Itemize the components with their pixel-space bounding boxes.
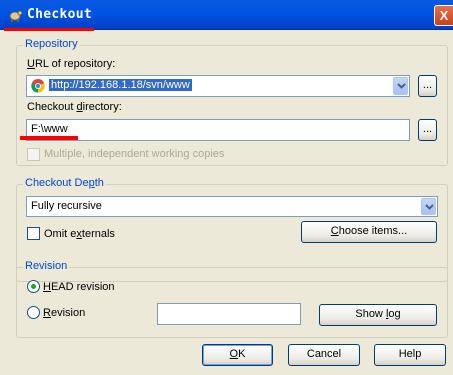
revision-group-label: Revision xyxy=(23,260,70,272)
chevron-down-icon xyxy=(425,204,434,210)
depth-dropdown-button[interactable] xyxy=(421,198,436,215)
browser-icon xyxy=(31,79,45,93)
radio-selected-dot xyxy=(31,284,36,289)
depth-value: Fully recursive xyxy=(31,200,102,212)
chevron-down-icon xyxy=(397,83,406,89)
cancel-button[interactable]: Cancel xyxy=(288,344,360,366)
close-button[interactable]: X xyxy=(434,5,453,26)
head-revision-radio[interactable] xyxy=(27,280,40,293)
turtle-icon xyxy=(9,10,22,22)
depth-combobox[interactable]: Fully recursive xyxy=(26,196,438,217)
url-value: http://192.168.1.18/svn/www xyxy=(49,79,192,91)
title-bar[interactable]: Checkout X xyxy=(0,0,453,30)
choose-items-button[interactable]: Choose items... xyxy=(301,221,437,243)
multiple-working-copies-label: Multiple, independent working copies xyxy=(44,148,225,160)
omit-externals-checkbox[interactable] xyxy=(27,227,40,240)
checkout-directory-label: Checkout directory: xyxy=(27,101,122,113)
ok-button[interactable]: OK xyxy=(202,344,273,366)
window-title: Checkout xyxy=(27,7,93,22)
close-icon: X xyxy=(439,8,449,23)
specific-revision-radio[interactable] xyxy=(27,306,40,319)
omit-externals-label: Omit externals xyxy=(44,228,115,240)
directory-annotation-mark xyxy=(20,136,78,140)
browse-directory-button[interactable]: ... xyxy=(418,119,437,141)
repository-group-label: Repository xyxy=(23,38,80,50)
url-label: URL of repository: xyxy=(27,58,116,70)
url-combobox[interactable]: http://192.168.1.18/svn/www xyxy=(26,75,410,97)
show-log-button[interactable]: Show log xyxy=(319,304,437,326)
browse-url-button[interactable]: ... xyxy=(418,75,437,97)
revision-input[interactable] xyxy=(157,303,301,325)
multiple-working-copies-checkbox[interactable] xyxy=(27,148,40,161)
dialog-body: Repository URL of repository: http://192… xyxy=(0,31,453,375)
head-revision-label: HEAD revision xyxy=(43,281,115,293)
help-button[interactable]: Help xyxy=(374,344,446,366)
checkout-directory-input[interactable]: F:\www xyxy=(26,119,410,141)
url-dropdown-button[interactable] xyxy=(393,77,408,95)
specific-revision-label: Revision xyxy=(43,307,86,319)
checkout-depth-group-label: Checkout Depth xyxy=(23,177,106,189)
